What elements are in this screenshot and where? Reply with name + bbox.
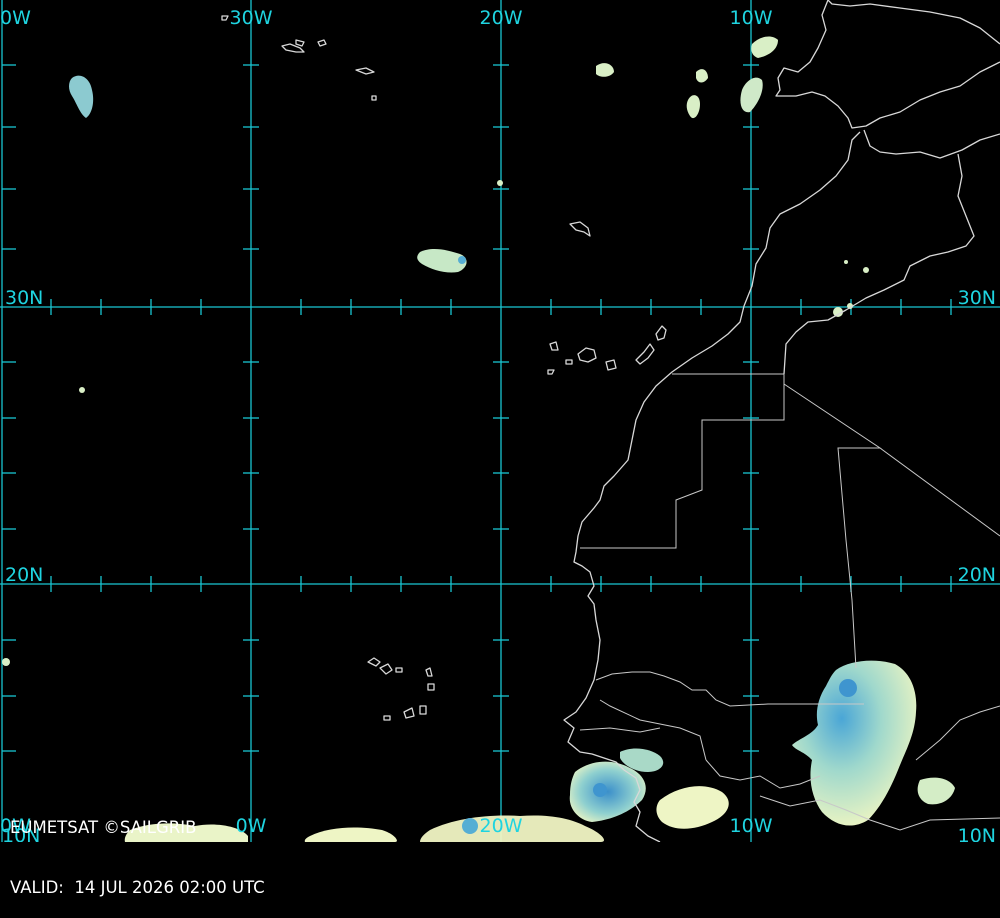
bottom-label-10w: 10W	[730, 815, 773, 837]
lon-label-10w: 10W	[730, 7, 773, 29]
cloud-dot-3	[863, 267, 869, 273]
lat-label-30n-left: 30N	[5, 287, 43, 309]
lon-label-30w: 30W	[230, 7, 273, 29]
valid-label: VALID:	[10, 878, 64, 897]
satellite-map: 0W 30W 20W 10W 30N 30N 20N 20N 0W 0W 20W…	[0, 0, 1000, 842]
cloud-core-4	[458, 256, 466, 264]
valid-time: 14 JUL 2026 02:00 UTC	[74, 878, 265, 897]
bottom-label-20w: 20W	[480, 815, 523, 837]
cloud-core-2	[593, 783, 607, 797]
cloud-core-3	[462, 818, 478, 834]
lat-label-30n-right: 30N	[958, 287, 996, 309]
lon-label-40w: 0W	[0, 7, 31, 29]
credit-block: EUMETSAT ©SAILGRIB VALID: 14 JUL 2026 02…	[10, 778, 265, 918]
cloud-dot-5	[497, 180, 503, 186]
credit-valid: VALID: 14 JUL 2026 02:00 UTC	[10, 878, 265, 898]
credit-source: EUMETSAT ©SAILGRIB	[10, 818, 197, 837]
bottom-label-10n-right: 10N	[958, 825, 996, 842]
lat-label-20n-right: 20N	[958, 564, 996, 586]
cloud-dot-7	[2, 658, 10, 666]
cloud-core-1	[839, 679, 857, 697]
cloud-dot-4	[844, 260, 848, 264]
lon-label-20w: 20W	[480, 7, 523, 29]
lat-label-20n-left: 20N	[5, 564, 43, 586]
cloud-dot-6	[79, 387, 85, 393]
